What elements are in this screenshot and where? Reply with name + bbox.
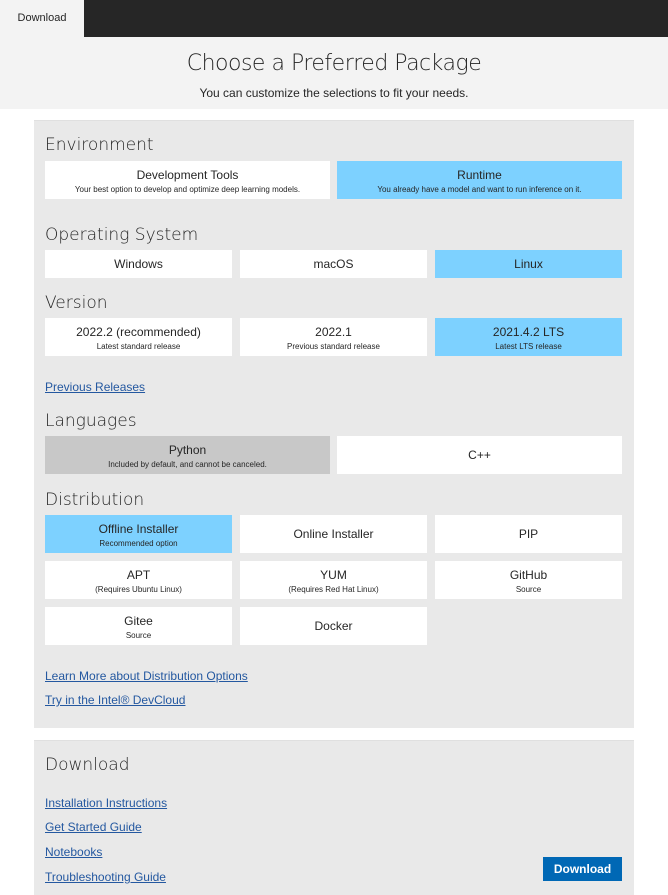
os-option-linux[interactable]: Linux <box>435 250 622 278</box>
languages-title: Languages <box>45 411 137 431</box>
option-label: C++ <box>468 448 491 462</box>
option-description: Source <box>125 631 152 640</box>
option-description: Recommended option <box>99 539 178 548</box>
distribution-option-apt[interactable]: APT (Requires Ubuntu Linux) <box>45 561 232 599</box>
option-description: Previous standard release <box>287 342 380 351</box>
os-option-windows[interactable]: Windows <box>45 250 232 278</box>
option-label: Linux <box>514 257 543 271</box>
configuration-panel: Environment Development Tools Your best … <box>34 120 634 728</box>
option-label: Python <box>168 443 207 457</box>
option-label: Online Installer <box>293 527 374 541</box>
tab-download[interactable]: Download <box>0 0 84 37</box>
environment-title: Environment <box>45 135 154 155</box>
version-option-2022-2[interactable]: 2022.2 (recommended) Latest standard rel… <box>45 318 232 356</box>
distribution-option-github[interactable]: GitHub Source <box>435 561 622 599</box>
option-description: (Requires Red Hat Linux) <box>288 585 379 594</box>
option-label: Offline Installer <box>98 522 179 536</box>
top-bar: Download <box>0 0 668 37</box>
option-description: You already have a model and want to run… <box>377 185 582 194</box>
notebooks-link[interactable]: Notebooks <box>45 845 102 859</box>
option-description: Included by default, and cannot be cance… <box>108 460 267 469</box>
os-title: Operating System <box>45 225 199 245</box>
option-description: Latest standard release <box>96 342 181 351</box>
installation-instructions-link[interactable]: Installation Instructions <box>45 796 167 810</box>
option-label: 2021.4.2 LTS <box>492 325 565 339</box>
option-description: Source <box>515 585 542 594</box>
option-label: Windows <box>114 257 163 271</box>
devcloud-link[interactable]: Try in the Intel® DevCloud <box>45 693 185 707</box>
option-label: Gitee <box>124 614 153 628</box>
version-option-2021-4-2-lts[interactable]: 2021.4.2 LTS Latest LTS release <box>435 318 622 356</box>
option-label: GitHub <box>509 568 548 582</box>
download-panel: Download Installation Instructions Get S… <box>34 740 634 895</box>
get-started-guide-link[interactable]: Get Started Guide <box>45 820 142 834</box>
page-subtitle: You can customize the selections to fit … <box>199 86 469 100</box>
distribution-option-yum[interactable]: YUM (Requires Red Hat Linux) <box>240 561 427 599</box>
environment-option-runtime[interactable]: Runtime You already have a model and wan… <box>337 161 622 199</box>
version-title: Version <box>45 293 108 313</box>
option-label: APT <box>126 568 151 582</box>
download-title: Download <box>45 755 130 775</box>
page-header: Choose a Preferred Package You can custo… <box>0 37 668 109</box>
option-description: (Requires Ubuntu Linux) <box>95 585 182 594</box>
option-description: Latest LTS release <box>495 342 562 351</box>
version-option-2022-1[interactable]: 2022.1 Previous standard release <box>240 318 427 356</box>
environment-option-development-tools[interactable]: Development Tools Your best option to de… <box>45 161 330 199</box>
option-label: PIP <box>518 527 539 541</box>
distribution-option-docker[interactable]: Docker <box>240 607 427 645</box>
option-label: 2022.2 (recommended) <box>76 325 201 339</box>
troubleshooting-guide-link[interactable]: Troubleshooting Guide <box>45 870 166 884</box>
download-button[interactable]: Download <box>543 857 622 881</box>
page-title: Choose a Preferred Package <box>186 51 482 76</box>
option-label: Runtime <box>457 168 502 182</box>
distribution-title: Distribution <box>45 490 145 510</box>
previous-releases-link[interactable]: Previous Releases <box>45 380 145 394</box>
option-label: Development Tools <box>136 168 239 182</box>
os-option-macos[interactable]: macOS <box>240 250 427 278</box>
language-option-python: Python Included by default, and cannot b… <box>45 436 330 474</box>
distribution-option-online-installer[interactable]: Online Installer <box>240 515 427 553</box>
option-label: YUM <box>320 568 347 582</box>
option-description: Your best option to develop and optimize… <box>74 185 301 194</box>
learn-more-distribution-link[interactable]: Learn More about Distribution Options <box>45 669 248 683</box>
language-option-cpp[interactable]: C++ <box>337 436 622 474</box>
option-label: 2022.1 <box>315 325 352 339</box>
distribution-option-pip[interactable]: PIP <box>435 515 622 553</box>
option-label: Docker <box>314 619 353 633</box>
distribution-option-offline-installer[interactable]: Offline Installer Recommended option <box>45 515 232 553</box>
distribution-option-gitee[interactable]: Gitee Source <box>45 607 232 645</box>
option-label: macOS <box>313 257 354 271</box>
